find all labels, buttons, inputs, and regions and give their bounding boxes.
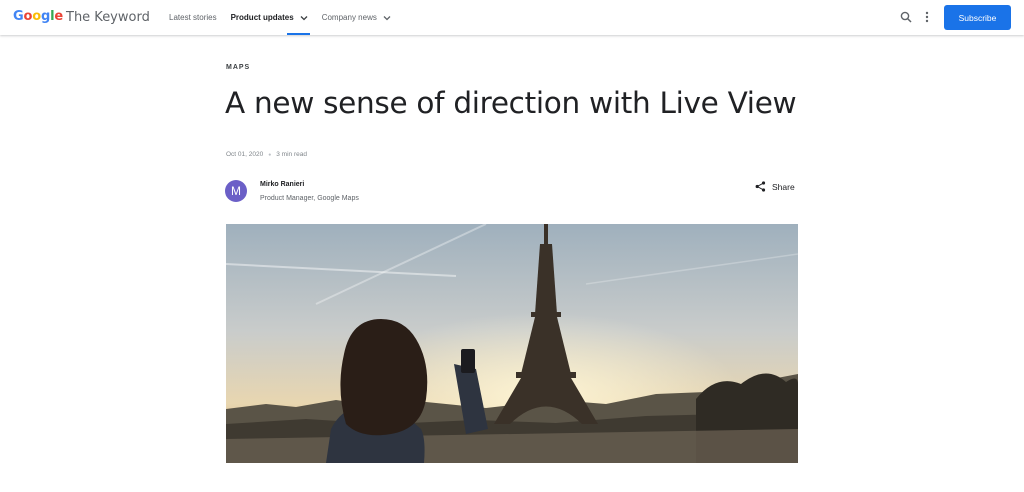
main-nav: Latest stories Product updates Company n… [168,0,404,35]
logo-letter: o [32,9,41,24]
chevron-down-icon [383,15,391,21]
logo-letter: o [23,9,33,24]
read-time: 3 min read [276,151,307,158]
logo-letter: e [54,9,63,24]
chevron-down-icon [300,15,308,21]
share-icon [755,181,766,192]
top-header: Google The Keyword Latest stories Produc… [0,0,1024,35]
hero-image [226,224,798,463]
publish-date: Oct 01, 2020 [226,151,264,158]
article-title: A new sense of direction with Live View [225,86,797,120]
nav-label: Company news [321,13,377,22]
nav-latest-stories[interactable]: Latest stories [168,0,218,35]
separator-dot: ● [268,151,272,158]
share-button[interactable]: Share [755,181,795,192]
nav-label: Product updates [230,13,294,22]
nav-product-updates[interactable]: Product updates [230,0,310,35]
category-eyebrow[interactable]: MAPS [226,64,250,71]
logo-letter: g [40,9,51,24]
nav-label: Latest stories [169,13,217,22]
share-label: Share [772,181,795,192]
nav-company-news[interactable]: Company news [321,0,392,35]
google-logo[interactable]: Google [13,9,63,24]
logo-letter: G [13,9,24,24]
article-meta: Oct 01, 2020 ● 3 min read [226,151,307,158]
author-avatar: M [225,180,247,202]
author-name: Mirko Ranieri [260,181,305,188]
author-role: Product Manager, Google Maps [260,195,359,202]
search-icon[interactable] [899,10,913,24]
more-vert-icon[interactable] [920,10,934,24]
subscribe-button[interactable]: Subscribe [944,5,1011,30]
eiffel-tower-photo [226,224,798,463]
site-title[interactable]: The Keyword [66,10,150,25]
